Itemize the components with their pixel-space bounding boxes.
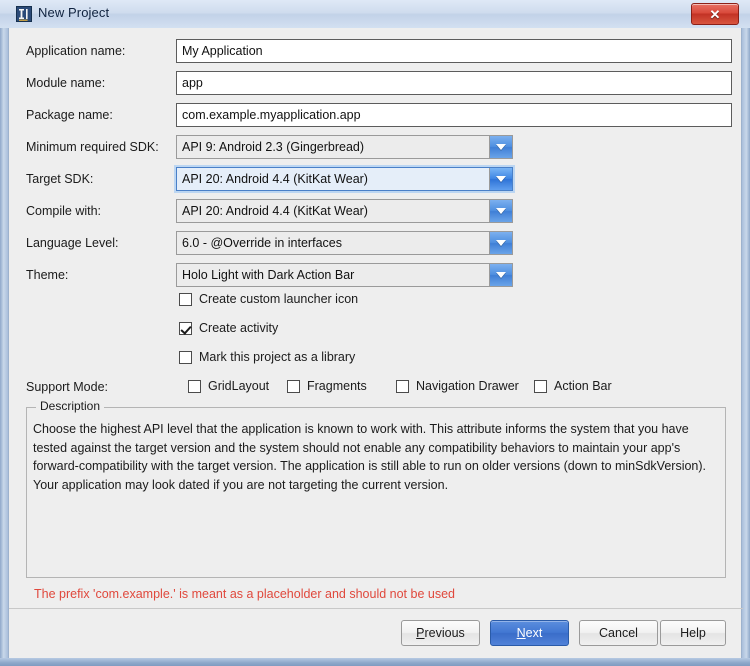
- checkbox-create-activity[interactable]: Create activity: [179, 321, 278, 335]
- combo-value-target-sdk: API 20: Android 4.4 (KitKat Wear): [182, 172, 368, 186]
- label-target-sdk: Target SDK:: [26, 172, 94, 186]
- label-minimum-required-sdk: Minimum required SDK:: [26, 140, 159, 154]
- combo-value-theme: Holo Light with Dark Action Bar: [182, 268, 355, 282]
- help-button[interactable]: Help: [660, 620, 726, 646]
- checkbox-label: Mark this project as a library: [199, 350, 356, 364]
- checkbox-gridlayout[interactable]: GridLayout: [188, 379, 269, 393]
- checkbox-box[interactable]: [396, 379, 409, 393]
- dialog-client-area: Application name: My Application Module na…: [8, 28, 743, 658]
- checkbox-action-bar[interactable]: Action Bar: [534, 379, 612, 393]
- input-application-name[interactable]: My Application: [176, 39, 732, 63]
- previous-button-label: Previous: [416, 626, 465, 640]
- combo-language-level[interactable]: 6.0 - @Override in interfaces: [176, 231, 513, 255]
- label-compile-with: Compile with:: [26, 204, 102, 218]
- next-button-label: Next: [516, 626, 543, 640]
- description-legend: Description: [36, 399, 105, 413]
- checkbox-fragments[interactable]: Fragments: [287, 379, 367, 393]
- window-frame-bottom: [0, 658, 750, 666]
- chevron-down-icon[interactable]: [489, 264, 512, 286]
- title-bar: New Project ✕: [0, 0, 750, 28]
- combo-value-compile-with: API 20: Android 4.4 (KitKat Wear): [182, 204, 368, 218]
- close-icon: ✕: [709, 6, 721, 22]
- intellij-logo-icon: [16, 6, 32, 22]
- validation-error-message: The prefix 'com.example.' is meant as a …: [34, 587, 455, 601]
- input-package-name[interactable]: com.example.myapplication.app: [176, 103, 732, 127]
- combo-theme[interactable]: Holo Light with Dark Action Bar: [176, 263, 513, 287]
- label-theme: Theme:: [26, 268, 69, 282]
- checkbox-mark-this-project-as-a-library[interactable]: Mark this project as a library: [179, 350, 355, 364]
- window-frame-right: [742, 0, 750, 666]
- chevron-down-icon[interactable]: [489, 168, 512, 190]
- cancel-button[interactable]: Cancel: [579, 620, 658, 646]
- help-button-label: Help: [680, 626, 706, 640]
- checkbox-box[interactable]: [534, 379, 547, 393]
- label-language-level: Language Level:: [26, 236, 119, 250]
- checkbox-label: Navigation Drawer: [416, 379, 519, 393]
- new-project-dialog-window: New Project ✕ Application name: My Applic…: [0, 0, 750, 666]
- combo-compile-with[interactable]: API 20: Android 4.4 (KitKat Wear): [176, 199, 513, 223]
- label-application-name: Application name:: [26, 44, 126, 58]
- combo-target-sdk[interactable]: API 20: Android 4.4 (KitKat Wear): [176, 167, 513, 191]
- checkbox-label: Create activity: [199, 321, 279, 335]
- previous-button[interactable]: Previous: [401, 620, 480, 646]
- combo-value-language-level: 6.0 - @Override in interfaces: [182, 236, 342, 250]
- chevron-down-icon[interactable]: [489, 200, 512, 222]
- checkbox-box[interactable]: [179, 321, 192, 335]
- window-title: New Project: [38, 5, 110, 20]
- support-mode-label: Support Mode:: [26, 380, 108, 394]
- chevron-down-icon[interactable]: [489, 136, 512, 158]
- window-frame-left: [0, 0, 8, 666]
- checkbox-box[interactable]: [287, 379, 300, 393]
- cancel-button-label: Cancel: [599, 626, 638, 640]
- checkbox-box[interactable]: [179, 292, 192, 306]
- checkbox-label: GridLayout: [208, 379, 270, 393]
- combo-minimum-required-sdk[interactable]: API 9: Android 2.3 (Gingerbread): [176, 135, 513, 159]
- checkbox-label: Create custom launcher icon: [199, 292, 359, 306]
- checkbox-navigation-drawer[interactable]: Navigation Drawer: [396, 379, 519, 393]
- button-bar-separator: [9, 608, 743, 609]
- chevron-down-icon[interactable]: [489, 232, 512, 254]
- combo-value-minimum-required-sdk: API 9: Android 2.3 (Gingerbread): [182, 140, 365, 154]
- next-button[interactable]: Next: [490, 620, 569, 646]
- label-package-name: Package name:: [26, 108, 113, 122]
- checkbox-create-custom-launcher-icon[interactable]: Create custom launcher icon: [179, 292, 358, 306]
- close-button[interactable]: ✕: [691, 3, 739, 25]
- checkbox-box[interactable]: [179, 350, 192, 364]
- input-module-name[interactable]: app: [176, 71, 732, 95]
- description-text: Choose the highest API level that the ap…: [33, 422, 707, 492]
- label-module-name: Module name:: [26, 76, 106, 90]
- checkbox-box[interactable]: [188, 379, 201, 393]
- checkbox-label: Action Bar: [554, 379, 612, 393]
- checkbox-label: Fragments: [307, 379, 367, 393]
